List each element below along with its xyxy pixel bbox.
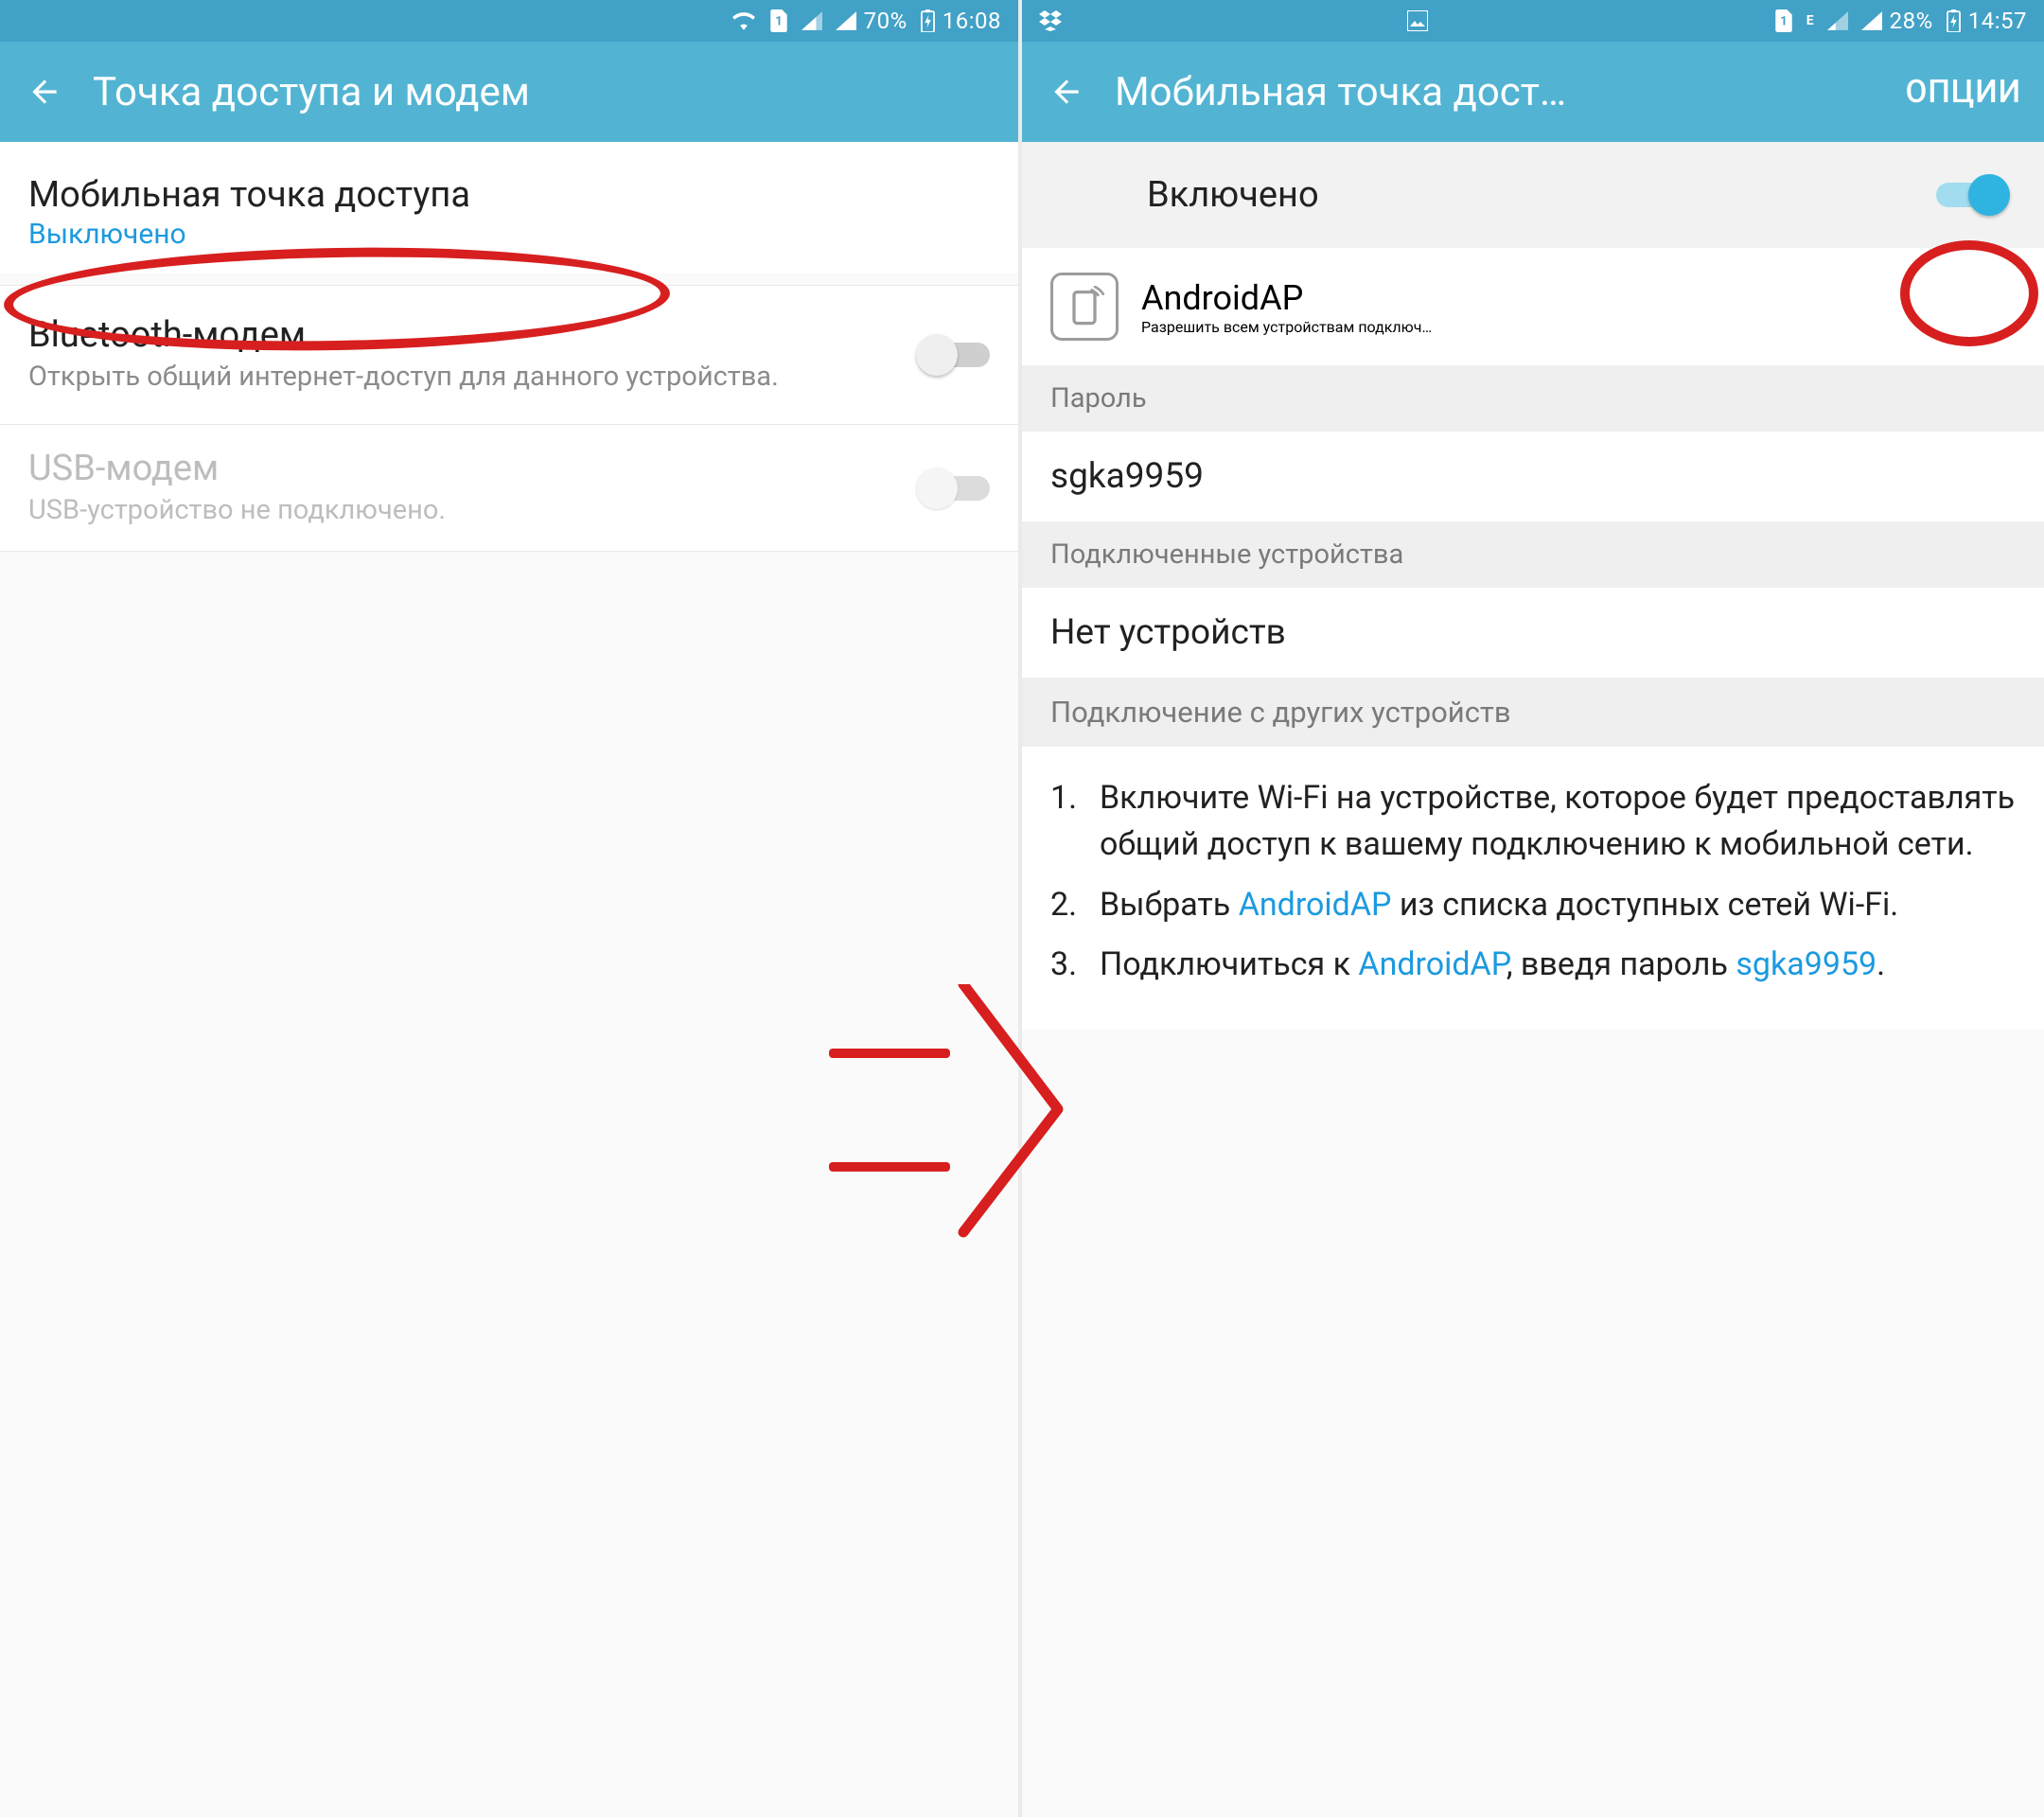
hotspot-details: Включено AndroidAP Разрешить всем устрой… [1022,142,2044,1817]
howto-header: Подключение с других устройств [1022,678,2044,747]
svg-text:1: 1 [775,14,783,28]
ap-name-link: AndroidAP [1358,945,1506,983]
mobile-hotspot-row[interactable]: Мобильная точка доступа Выключено [0,142,1018,273]
instruction-step: Подключиться к AndroidAP, введя пароль s… [1050,942,2016,988]
bluetooth-tether-desc: Открыть общий интернет-доступ для данног… [28,360,907,396]
settings-list: Мобильная точка доступа Выключено Blueto… [0,142,1018,1817]
svg-text:1: 1 [1780,14,1788,28]
back-button[interactable] [23,70,66,114]
image-icon [1407,10,1428,31]
status-bar: 1 70% 16:08 [0,0,1018,42]
ap-subtitle: Разрешить всем устройствам подключ… [1141,318,1432,336]
usb-tether-title: USB-модем [28,448,907,489]
instruction-step: Включите Wi-Fi на устройстве, которое бу… [1050,775,2016,869]
ap-row[interactable]: AndroidAP Разрешить всем устройствам под… [1022,248,2044,365]
mobile-hotspot-status: Выключено [28,218,990,251]
sim-icon: 1 [769,9,788,32]
bluetooth-tether-title: Bluetooth-модем [28,314,907,356]
network-type-icon: E [1806,13,1814,28]
master-toggle[interactable] [1936,176,2008,214]
usb-tether-toggle [918,469,990,507]
battery-charging-icon [921,9,935,32]
password-header: Пароль [1022,365,2044,432]
password-value[interactable]: sgka9959 [1022,432,2044,521]
back-button[interactable] [1045,70,1088,114]
signal2-icon [1861,11,1882,30]
hotspot-device-icon [1050,273,1119,341]
bluetooth-tether-toggle[interactable] [918,336,990,374]
usb-tether-row: USB-модем USB-устройство не подключено. [0,424,1018,553]
battery-text: 70% [864,8,907,34]
ap-name-link: AndroidAP [1239,886,1392,924]
app-bar: Точка доступа и модем [0,42,1018,142]
app-bar: Мобильная точка дост… ОПЦИИ [1022,42,2044,142]
bluetooth-tether-row[interactable]: Bluetooth-модем Открыть общий интернет-д… [0,285,1018,424]
signal2-icon [836,11,856,30]
sim-icon: 1 [1774,9,1793,32]
enabled-label: Включено [1058,174,1319,216]
page-title: Точка доступа и модем [93,69,996,115]
wifi-icon [731,11,756,30]
clock-text: 16:08 [943,8,1001,34]
clock-text: 14:57 [1968,8,2027,34]
options-button[interactable]: ОПЦИИ [1906,74,2021,111]
usb-tether-desc: USB-устройство не подключено. [28,493,907,529]
signal1-icon [1827,11,1848,30]
dropbox-icon [1039,10,1062,31]
connected-devices-header: Подключенные устройства [1022,521,2044,588]
instruction-step: Выбрать AndroidAP из списка доступных се… [1050,882,2016,928]
page-title: Мобильная точка дост… [1115,69,1891,115]
connected-devices-value: Нет устройств [1022,588,2044,678]
mobile-hotspot-title: Мобильная точка доступа [28,174,990,216]
signal1-icon [802,11,822,30]
password-link: sgka9959 [1736,945,1877,983]
battery-text: 28% [1890,8,1933,34]
ap-name: AndroidAP [1141,278,1432,318]
battery-charging-icon [1947,9,1961,32]
right-screenshot: 1 E 28% 14:57 Мобильная точка дост… ОПЦИ… [1022,0,2044,1817]
instructions: Включите Wi-Fi на устройстве, которое бу… [1022,747,2044,1030]
left-screenshot: 1 70% 16:08 Точка доступа и модем Мобиль… [0,0,1022,1817]
status-bar: 1 E 28% 14:57 [1022,0,2044,42]
enabled-row: Включено [1022,142,2044,248]
